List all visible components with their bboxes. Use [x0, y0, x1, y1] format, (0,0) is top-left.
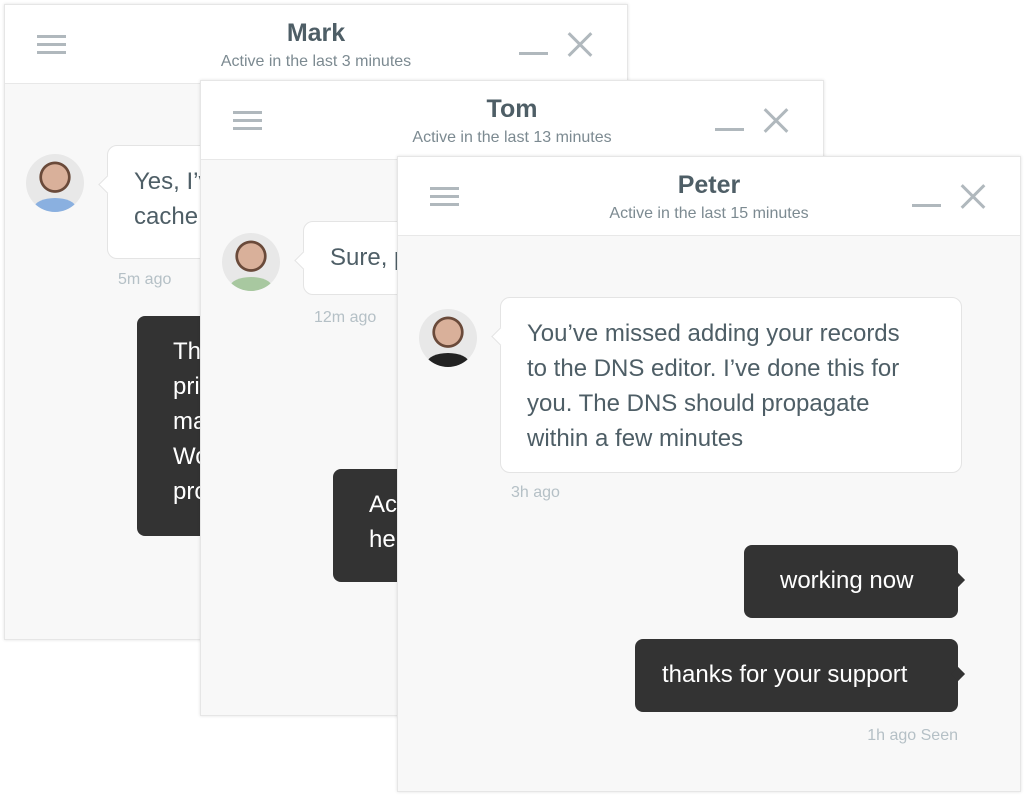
- chat-window-peter: Peter Active in the last 15 minutes You’…: [397, 156, 1021, 792]
- timestamp: 3h ago: [511, 484, 560, 501]
- incoming-message: You’ve missed adding your records to the…: [500, 297, 962, 473]
- close-icon[interactable]: [567, 31, 593, 57]
- avatar: [26, 154, 84, 212]
- contact-name: Peter: [677, 171, 741, 199]
- contact-status: Active in the last 3 minutes: [220, 53, 412, 70]
- avatar: [222, 233, 280, 291]
- message-text: working now: [780, 567, 914, 594]
- outgoing-message: thanks for your support: [635, 639, 958, 712]
- close-icon[interactable]: [763, 107, 789, 133]
- timestamp-seen: 1h ago Seen: [867, 727, 958, 744]
- contact-name: Tom: [486, 95, 538, 123]
- message-line: within a few minutes: [527, 425, 744, 452]
- minimize-icon[interactable]: [912, 204, 941, 207]
- message-line: to the DNS editor. I’ve done this for: [527, 355, 900, 382]
- close-icon[interactable]: [960, 183, 986, 209]
- contact-status: Active in the last 13 minutes: [412, 129, 612, 146]
- contact-name: Mark: [286, 19, 346, 47]
- minimize-icon[interactable]: [519, 52, 548, 55]
- avatar: [419, 309, 477, 367]
- chat-header: Tom Active in the last 13 minutes: [201, 81, 823, 160]
- outgoing-message: working now: [744, 545, 958, 618]
- minimize-icon[interactable]: [715, 128, 744, 131]
- message-line: You’ve missed adding your records: [527, 320, 900, 347]
- timestamp: 12m ago: [314, 309, 377, 326]
- message-line: you. The DNS should propagate: [527, 390, 870, 417]
- chat-header: Peter Active in the last 15 minutes: [398, 157, 1020, 236]
- chat-header: Mark Active in the last 3 minutes: [5, 5, 627, 84]
- contact-status: Active in the last 15 minutes: [609, 205, 809, 222]
- message-text: thanks for your support: [662, 661, 908, 688]
- timestamp: 5m ago: [118, 271, 172, 288]
